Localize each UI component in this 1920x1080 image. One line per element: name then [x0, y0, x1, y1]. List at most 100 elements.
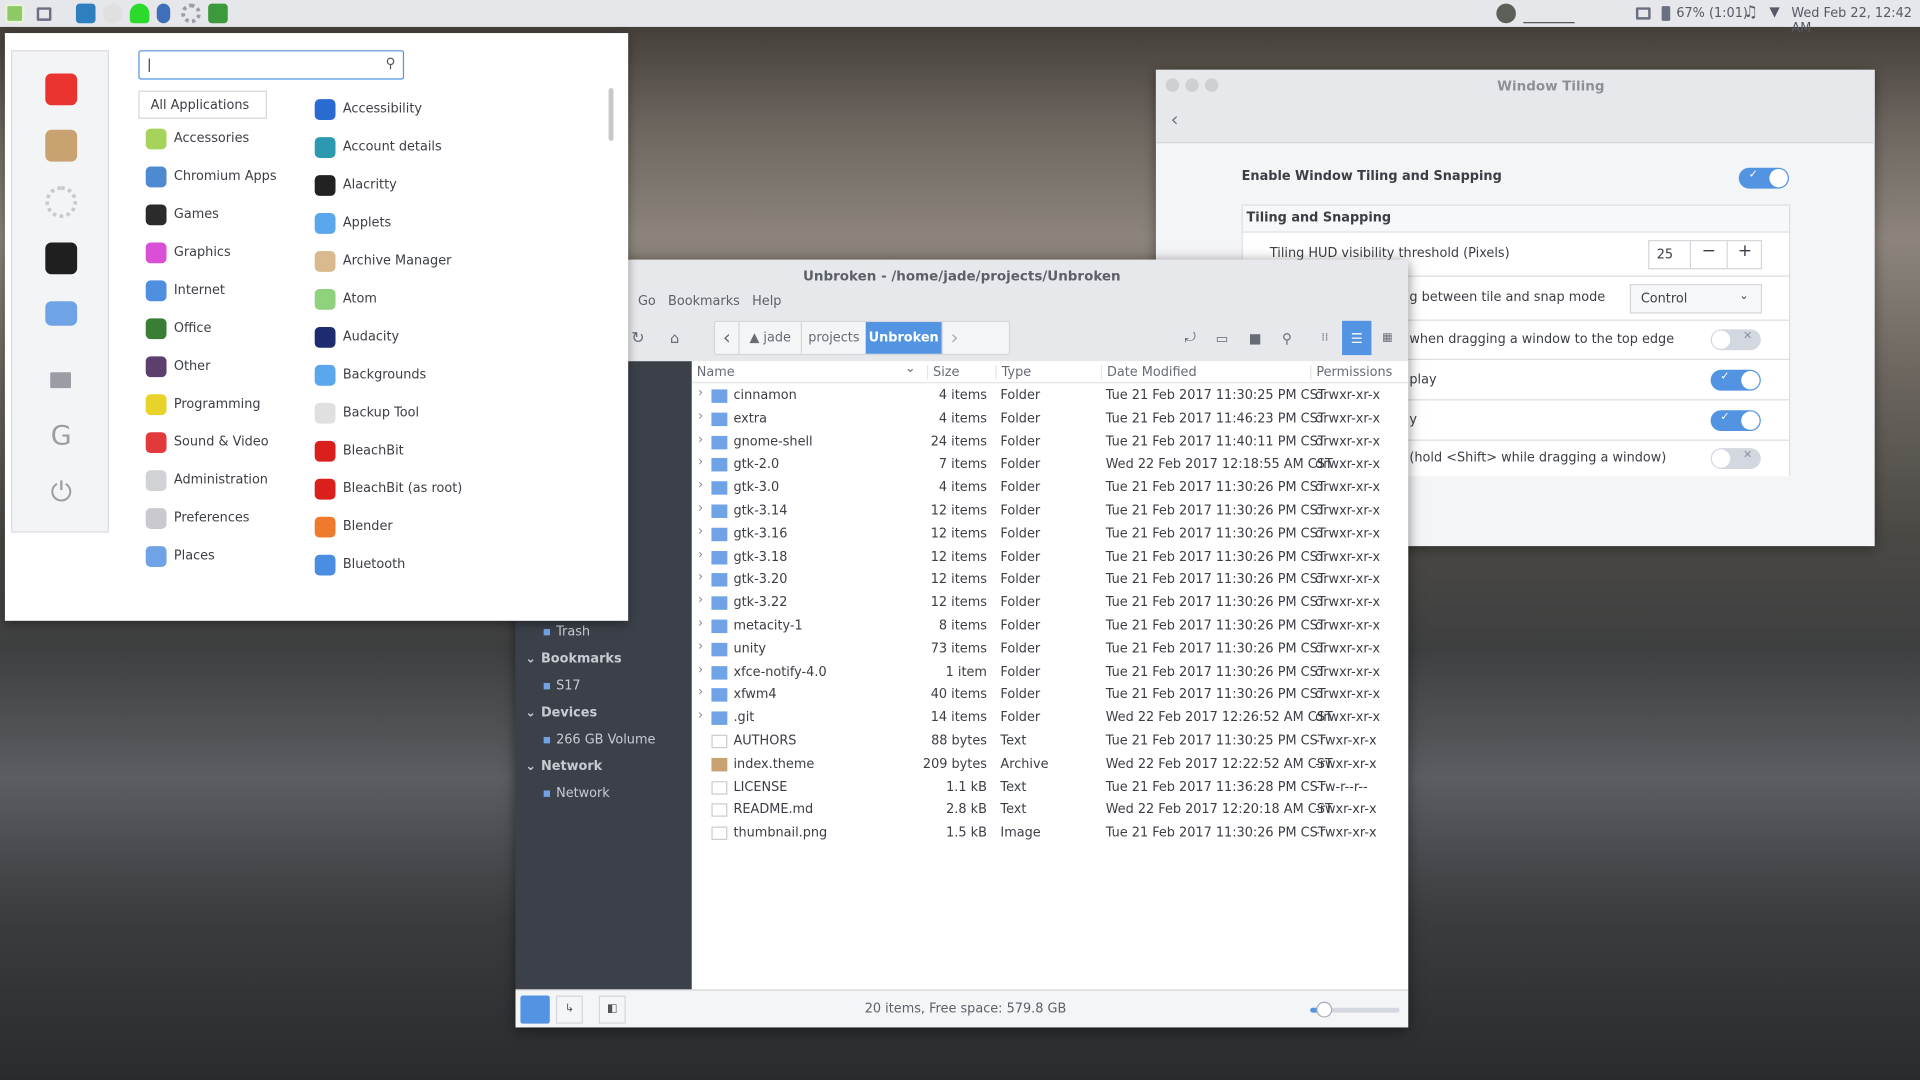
column-size[interactable]: Size: [926, 364, 959, 380]
battery-text[interactable]: 67% (1:01): [1676, 6, 1748, 21]
app-item[interactable]: Atom: [314, 285, 377, 312]
sidebar-section-header[interactable]: ⌄ Network: [525, 759, 602, 774]
icon-view-icon[interactable]: ⁞⁞: [1315, 321, 1335, 355]
sidebar-item[interactable]: ▪ Network: [542, 786, 609, 801]
expand-arrow-icon[interactable]: ›: [698, 685, 703, 700]
expand-arrow-icon[interactable]: ›: [698, 639, 703, 654]
column-type[interactable]: Type: [995, 364, 1031, 380]
sidebar-item[interactable]: ▪ S17: [542, 678, 580, 693]
column-date-modified[interactable]: Date Modified: [1100, 364, 1197, 380]
gear-icon[interactable]: [181, 3, 201, 24]
decrement-button[interactable]: −: [1689, 241, 1727, 269]
menu-bookmarks[interactable]: Bookmarks: [668, 294, 740, 309]
show-desktop-icon[interactable]: [36, 7, 52, 21]
category-item[interactable]: Other: [145, 353, 210, 380]
file-row[interactable]: index.theme 209 bytes Archive Wed 22 Feb 20…: [692, 753, 1408, 776]
file-row[interactable]: › gtk-3.20 12 items Folder Tue 21 Feb 2017 1…: [692, 569, 1408, 592]
app-item[interactable]: Archive Manager: [314, 247, 451, 274]
file-row[interactable]: › gtk-3.16 12 items Folder Tue 21 Feb 2017 1…: [692, 523, 1408, 546]
sidebar-section-header[interactable]: ⌄ Bookmarks: [525, 651, 621, 666]
app-item[interactable]: Applets: [314, 209, 391, 236]
file-row[interactable]: thumbnail.png 1.5 kB Image Tue 21 Feb 2017 …: [692, 822, 1408, 845]
app-item[interactable]: Audacity: [314, 323, 399, 350]
file-row[interactable]: › gtk-3.18 12 items Folder Tue 21 Feb 2017 1…: [692, 546, 1408, 569]
category-item[interactable]: Office: [145, 315, 211, 342]
category-item[interactable]: Administration: [145, 467, 268, 494]
search-input[interactable]: | ⚲: [138, 50, 405, 80]
search-icon[interactable]: ⚲: [1277, 321, 1297, 355]
file-row[interactable]: › metacity-1 8 items Folder Tue 21 Feb 2017 …: [692, 615, 1408, 638]
expand-arrow-icon[interactable]: ›: [698, 662, 703, 677]
scrollbar[interactable]: [608, 88, 614, 141]
expand-arrow-icon[interactable]: ›: [698, 524, 703, 539]
category-item[interactable]: Preferences: [145, 504, 250, 531]
file-row[interactable]: › cinnamon 4 items Folder Tue 21 Feb 2017 11…: [692, 384, 1408, 407]
file-row[interactable]: AUTHORS 88 bytes Text Tue 21 Feb 2017 11:30…: [692, 730, 1408, 753]
enable-toggle[interactable]: ✓: [1738, 167, 1789, 189]
column-permissions[interactable]: Permissions: [1310, 364, 1392, 380]
hud-threshold-value[interactable]: 25: [1657, 247, 1673, 262]
reload-icon[interactable]: ↻: [628, 321, 648, 355]
app-item[interactable]: Blender: [314, 513, 393, 540]
power-icon[interactable]: ⏻: [45, 479, 77, 512]
category-item[interactable]: Chromium Apps: [145, 163, 277, 190]
file-row[interactable]: › gtk-2.0 7 items Folder Wed 22 Feb 2017 12:…: [692, 454, 1408, 477]
file-row[interactable]: › xfce-notify-4.0 1 item Folder Tue 21 Feb 2…: [692, 661, 1408, 684]
file-row[interactable]: › gtk-3.22 12 items Folder Tue 21 Feb 2017 1…: [692, 592, 1408, 615]
package-icon[interactable]: [45, 129, 78, 162]
back-button[interactable]: ‹: [1171, 108, 1179, 131]
expand-arrow-icon[interactable]: ›: [698, 593, 703, 608]
all-applications-button[interactable]: All Applications: [138, 90, 267, 119]
expand-arrow-icon[interactable]: ›: [698, 570, 703, 585]
sort-chevron-icon[interactable]: ⌄: [905, 361, 916, 376]
menu-help[interactable]: Help: [752, 294, 781, 309]
app-item[interactable]: BleachBit (as root): [314, 475, 462, 502]
category-item[interactable]: Sound & Video: [145, 429, 269, 456]
category-item[interactable]: Graphics: [145, 239, 231, 266]
sound-icon[interactable]: ♫: [1744, 4, 1758, 22]
display-icon[interactable]: [1635, 7, 1651, 20]
app-launcher-icon[interactable]: [208, 3, 228, 24]
shield-icon[interactable]: [102, 3, 123, 24]
bluetooth-icon[interactable]: [156, 3, 171, 24]
file-row[interactable]: › unity 73 items Folder Tue 21 Feb 2017 11:3…: [692, 638, 1408, 661]
app-item[interactable]: BleachBit: [314, 437, 404, 464]
hud-threshold-spin[interactable]: 25 − +: [1648, 240, 1763, 270]
expand-arrow-icon[interactable]: ›: [698, 409, 703, 424]
file-row[interactable]: › extra 4 items Folder Tue 21 Feb 2017 11:46…: [692, 408, 1408, 431]
zoom-slider[interactable]: [1310, 1001, 1400, 1018]
expand-arrow-icon[interactable]: ›: [698, 501, 703, 516]
setting-toggle[interactable]: ✓: [1710, 369, 1761, 391]
file-row[interactable]: › xfwm4 40 items Folder Tue 21 Feb 2017 11:3…: [692, 684, 1408, 707]
open-location-icon[interactable]: ⤾: [1180, 321, 1200, 355]
file-row[interactable]: › gtk-3.0 4 items Folder Tue 21 Feb 2017 11:…: [692, 477, 1408, 500]
mint-menu-icon[interactable]: [4, 3, 25, 24]
app-item[interactable]: Account details: [314, 133, 442, 160]
expand-arrow-icon[interactable]: ›: [698, 455, 703, 470]
category-item[interactable]: Places: [145, 542, 215, 569]
back-button[interactable]: ‹: [715, 322, 740, 354]
crumb-jade[interactable]: ▲ jade: [740, 322, 803, 354]
file-row[interactable]: › .git 14 items Folder Wed 22 Feb 2017 12:26…: [692, 707, 1408, 730]
app-item[interactable]: Backgrounds: [314, 361, 426, 388]
new-folder-icon[interactable]: ■: [1245, 321, 1265, 355]
file-row[interactable]: README.md 2.8 kB Text Wed 22 Feb 2017 12:20…: [692, 799, 1408, 822]
sidebar-item[interactable]: ▪ 266 GB Volume: [542, 732, 655, 747]
file-row[interactable]: › gtk-3.14 12 items Folder Tue 21 Feb 2017 1…: [692, 500, 1408, 523]
battery-icon[interactable]: [1661, 6, 1671, 21]
terminal-icon[interactable]: [45, 242, 78, 275]
app-item[interactable]: Bluetooth: [314, 551, 405, 578]
lock-icon[interactable]: [50, 372, 72, 389]
files-icon[interactable]: [45, 301, 78, 326]
logout-icon[interactable]: G: [45, 423, 77, 456]
forward-button[interactable]: ›: [941, 322, 966, 354]
setting-toggle[interactable]: ✕: [1710, 329, 1761, 351]
column-name[interactable]: Name: [697, 365, 735, 380]
app-item[interactable]: Accessibility: [314, 96, 422, 123]
increment-button[interactable]: +: [1726, 241, 1763, 269]
home-icon[interactable]: ⌂: [665, 321, 685, 355]
menu-go[interactable]: Go: [638, 294, 656, 309]
category-item[interactable]: Games: [145, 201, 219, 228]
app-item[interactable]: Alacritty: [314, 171, 397, 198]
expand-arrow-icon[interactable]: ›: [698, 616, 703, 631]
